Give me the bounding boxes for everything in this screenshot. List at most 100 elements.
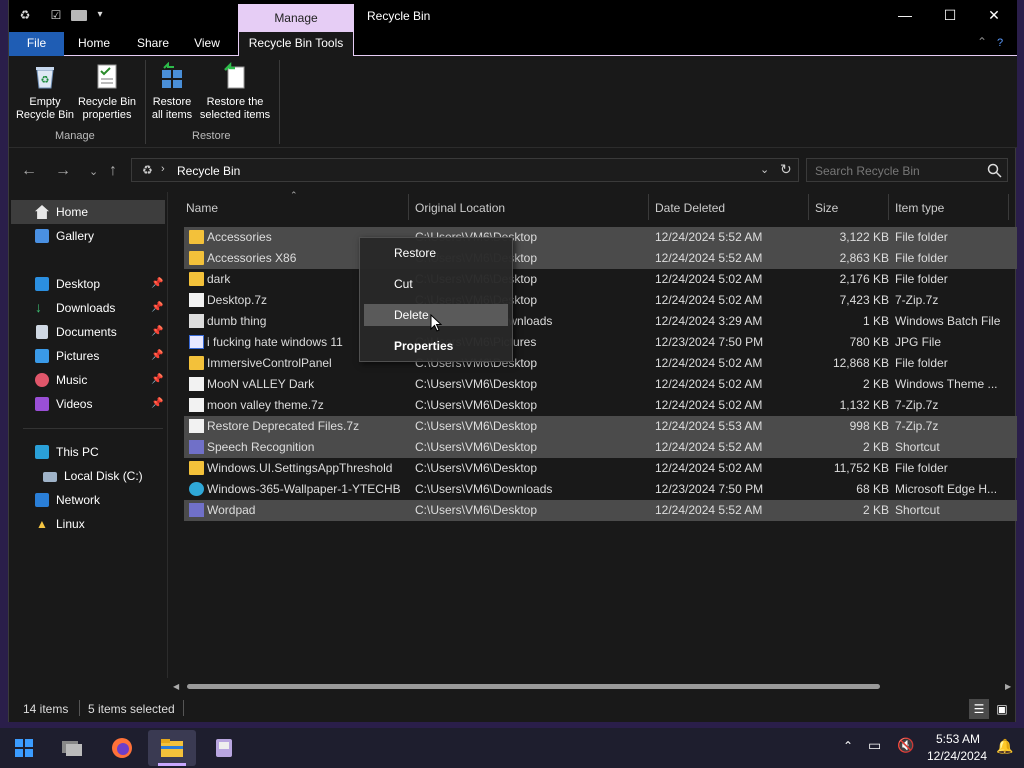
sidebar-item-music[interactable]: Music 📌	[9, 368, 167, 392]
tab-view[interactable]: View	[187, 32, 227, 56]
table-row[interactable]: Accessories X86C:\Users\VM6\Desktop12/24…	[184, 248, 1017, 269]
restore-selected-label-2: selected items	[199, 109, 271, 121]
tab-share[interactable]: Share	[130, 32, 176, 56]
scroll-right-icon[interactable]: ▶	[1005, 682, 1011, 691]
column-divider[interactable]	[808, 194, 809, 220]
pin-icon[interactable]: 📌	[151, 392, 163, 416]
tab-home[interactable]: Home	[71, 32, 117, 56]
new-folder-icon[interactable]	[71, 10, 87, 21]
scroll-left-icon[interactable]: ◀	[173, 682, 179, 691]
pin-icon[interactable]: 📌	[151, 368, 163, 392]
up-arrow-icon[interactable]: ↑	[109, 162, 117, 180]
start-button-icon[interactable]	[4, 732, 44, 764]
menu-item-restore[interactable]: Restore	[364, 242, 508, 264]
sidebar-item-downloads[interactable]: ↓ Downloads 📌	[9, 296, 167, 320]
pin-icon[interactable]: 📌	[151, 296, 163, 320]
forward-arrow-icon[interactable]: →	[55, 162, 71, 180]
sidebar-item-gallery[interactable]: Gallery	[9, 224, 167, 248]
column-header-name[interactable]: Name	[186, 201, 218, 215]
restore-all-button[interactable]: Restore all items	[149, 61, 195, 122]
search-box[interactable]: Search Recycle Bin	[806, 158, 1008, 182]
breadcrumb-recycle-bin[interactable]: Recycle Bin	[177, 164, 240, 178]
table-row[interactable]: Desktop.7zC:\Users\VM6\Desktop12/24/2024…	[184, 290, 1017, 311]
sidebar-item-desktop[interactable]: Desktop 📌	[9, 272, 167, 296]
empty-recycle-bin-button[interactable]: ♻ Empty Recycle Bin	[15, 62, 75, 122]
close-button[interactable]: ✕	[971, 4, 1017, 26]
cell-size: 2,176 KB	[839, 272, 889, 286]
sidebar-item-home[interactable]: Home	[9, 200, 167, 224]
table-row[interactable]: moon valley theme.7z C:\Users\VM6\Desktop…	[184, 395, 1017, 416]
large-icons-view-icon[interactable]: ▣	[992, 699, 1012, 719]
firefox-icon[interactable]	[102, 732, 142, 764]
cell-date: 12/24/2024 5:02 AM	[655, 293, 763, 307]
horizontal-scrollbar-thumb[interactable]	[187, 684, 880, 689]
task-view-icon[interactable]	[52, 732, 92, 764]
column-divider[interactable]	[408, 194, 409, 220]
network-tray-icon[interactable]: ▭	[868, 737, 881, 754]
sidebar-item-videos[interactable]: Videos 📌	[9, 392, 167, 416]
menu-item-cut[interactable]: Cut	[364, 273, 508, 295]
search-icon[interactable]	[987, 163, 1002, 178]
notifications-icon[interactable]: 🔔	[996, 738, 1013, 755]
pin-icon[interactable]: 📌	[151, 344, 163, 368]
table-row[interactable]: Restore Deprecated Files.7z C:\Users\VM6\…	[184, 416, 1017, 437]
tab-file[interactable]: File	[9, 32, 64, 56]
back-arrow-icon[interactable]: ←	[21, 162, 37, 180]
column-header-location[interactable]: Original Location	[415, 201, 505, 215]
address-bar[interactable]: ♻ › Recycle Bin ⌄ ↻	[131, 158, 799, 182]
recycle-bin-icon[interactable]: ♻	[18, 8, 32, 22]
table-row[interactable]: AccessoriesC:\Users\VM6\Desktop12/24/202…	[184, 227, 1017, 248]
pin-icon[interactable]: 📌	[151, 272, 163, 296]
recycle-bin-properties-button[interactable]: Recycle Bin properties	[77, 62, 137, 122]
clock-date[interactable]: 12/24/2024	[925, 749, 989, 763]
column-divider[interactable]	[648, 194, 649, 220]
cell-name: Wordpad	[207, 503, 256, 517]
cell-name: Restore Deprecated Files.7z	[207, 419, 360, 433]
file-explorer-taskbar-button[interactable]	[148, 730, 196, 766]
search-input[interactable]: Search Recycle Bin	[815, 164, 920, 178]
restore-selected-button[interactable]: Restore the selected items	[197, 61, 273, 122]
table-row[interactable]: i fucking hate windows 11C:\Users\VM6\Pi…	[184, 332, 1017, 353]
help-icon[interactable]: ?	[997, 37, 1003, 49]
properties-check-icon[interactable]: ☑	[49, 8, 63, 22]
recent-locations-icon[interactable]: ⌄	[89, 165, 98, 178]
volume-icon[interactable]: 🔇	[897, 737, 914, 754]
minimize-button[interactable]: —	[882, 4, 928, 26]
context-tab-manage[interactable]: Manage	[238, 4, 354, 32]
tab-recycle-bin-tools[interactable]: Recycle Bin Tools	[238, 32, 354, 57]
refresh-icon[interactable]: ↻	[780, 161, 792, 178]
column-header-date[interactable]: Date Deleted	[655, 201, 725, 215]
table-row[interactable]: dumb thingC:\Users\VM6\Downloads12/24/20…	[184, 311, 1017, 332]
quick-access-dropdown-icon[interactable]: ▾	[93, 8, 107, 22]
table-row[interactable]: Windows.UI.SettingsAppThreshold C:\Users\…	[184, 458, 1017, 479]
address-dropdown-icon[interactable]: ⌄	[760, 163, 769, 176]
table-row[interactable]: Speech Recognition C:\Users\VM6\Desktop 12…	[184, 437, 1017, 458]
sidebar-item-pictures[interactable]: Pictures 📌	[9, 344, 167, 368]
column-header-size[interactable]: Size	[815, 201, 838, 215]
sidebar-item-documents[interactable]: Documents 📌	[9, 320, 167, 344]
table-row[interactable]: Wordpad C:\Users\VM6\Desktop 12/24/2024 5:…	[184, 500, 1017, 521]
details-view-icon[interactable]: ☰	[969, 699, 989, 719]
app-icon[interactable]	[204, 732, 244, 764]
maximize-button[interactable]: ☐	[927, 4, 973, 26]
sidebar-item-this-pc[interactable]: This PC	[9, 440, 167, 464]
collapse-ribbon-icon[interactable]: ⌃	[977, 35, 987, 49]
table-row[interactable]: Windows-365-Wallpaper-1-YTECHB C:\Users\V…	[184, 479, 1017, 500]
column-divider[interactable]	[888, 194, 889, 220]
table-row[interactable]: ImmersiveControlPanel C:\Users\VM6\Deskto…	[184, 353, 1017, 374]
folder-icon	[189, 461, 204, 475]
sidebar-item-network[interactable]: Network	[9, 488, 167, 512]
pin-icon[interactable]: 📌	[151, 320, 163, 344]
sidebar-item-local-disk[interactable]: Local Disk (C:)	[9, 464, 167, 488]
table-row[interactable]: MooN vALLEY Dark C:\Users\VM6\Desktop 12/2…	[184, 374, 1017, 395]
column-header-type[interactable]: Item type	[895, 201, 944, 215]
cell-date: 12/24/2024 5:02 AM	[655, 398, 763, 412]
column-divider[interactable]	[1008, 194, 1009, 220]
clock-time[interactable]: 5:53 AM	[930, 732, 986, 746]
show-hidden-icons-icon[interactable]: ⌃	[843, 739, 853, 753]
pane-splitter[interactable]	[167, 192, 168, 678]
menu-item-properties[interactable]: Properties	[364, 335, 508, 357]
sidebar-item-linux[interactable]: ▲ Linux	[9, 512, 167, 536]
table-row[interactable]: darkC:\Users\VM6\Desktop12/24/2024 5:02 …	[184, 269, 1017, 290]
folder-icon	[189, 272, 204, 286]
